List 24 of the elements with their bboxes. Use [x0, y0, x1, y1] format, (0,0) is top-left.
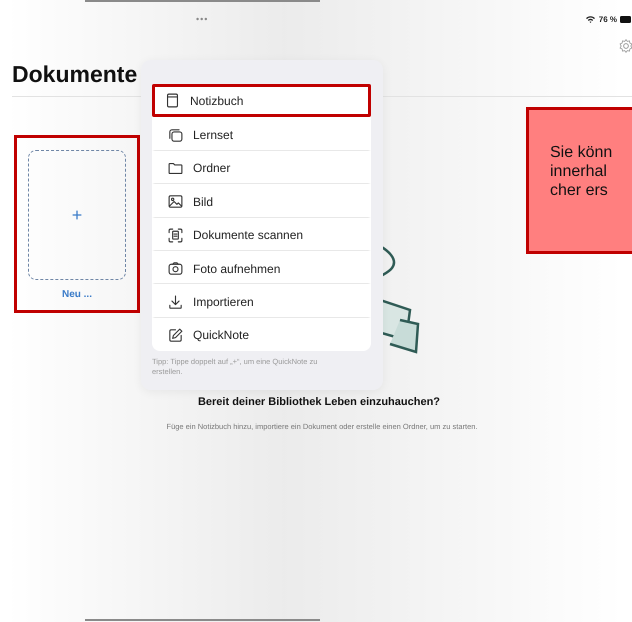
- image-icon: [167, 193, 184, 210]
- menu-item[interactable]: Foto aufnehmen: [152, 250, 371, 284]
- new-label[interactable]: Neu ...: [62, 289, 92, 300]
- menu-item[interactable]: Importieren: [152, 284, 371, 318]
- wifi-icon: [584, 15, 596, 23]
- notebook-icon: [164, 92, 181, 110]
- menu-item[interactable]: QuickNote: [152, 318, 371, 352]
- download-icon: [167, 294, 184, 311]
- page-title: Dokumente: [12, 60, 138, 88]
- camera-icon: [167, 260, 184, 278]
- menu-item[interactable]: Dokumente scannen: [152, 218, 371, 251]
- battery-icon: [620, 16, 632, 22]
- menu-item[interactable]: Notizbuch: [152, 84, 371, 118]
- empty-state-heading: Bereit deiner Bibliothek Leben einzuhauchen?: [196, 396, 442, 408]
- battery-percentage: 76 %: [598, 14, 617, 24]
- stacked-cards-icon: [167, 126, 184, 144]
- menu-item[interactable]: Bild: [152, 184, 371, 218]
- menu-item[interactable]: Lernset: [152, 117, 371, 151]
- edit-icon: [167, 326, 184, 344]
- scan-icon: [167, 226, 184, 244]
- settings-icon[interactable]: [618, 38, 632, 54]
- callout-text: Sie könn innerhal cher ers: [550, 143, 614, 200]
- new-document-button[interactable]: +: [28, 150, 126, 280]
- menu-item[interactable]: Ordner: [152, 150, 371, 184]
